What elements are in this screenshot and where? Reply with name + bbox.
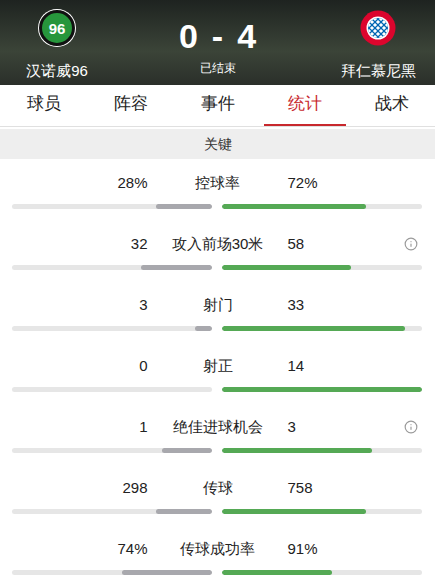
home-value: 1 bbox=[0, 417, 148, 437]
info-icon[interactable] bbox=[404, 420, 418, 434]
home-bar-fill bbox=[141, 265, 212, 270]
home-logo-icon: 96 bbox=[39, 10, 75, 46]
away-value: 3 bbox=[288, 417, 296, 437]
stat-bars bbox=[0, 204, 435, 209]
home-value: 74% bbox=[0, 539, 148, 559]
away-bar-track bbox=[222, 509, 422, 514]
stat-bars bbox=[0, 265, 435, 270]
stat-row: 32攻入前场30米58 bbox=[0, 221, 435, 282]
home-bar-fill bbox=[156, 204, 212, 209]
match-header: 96 汉诺威96 0-4 已结束 拜仁慕尼黑 bbox=[0, 0, 435, 85]
away-bar-track bbox=[222, 387, 422, 392]
home-name: 汉诺威96 bbox=[26, 61, 88, 81]
score: 0-4 bbox=[179, 16, 256, 56]
match-status: 已结束 bbox=[200, 60, 236, 76]
away-name: 拜仁慕尼黑 bbox=[341, 61, 416, 81]
section-header: 关键 bbox=[0, 129, 435, 159]
home-value: 28% bbox=[0, 173, 148, 193]
away-value: 72% bbox=[288, 173, 318, 193]
home-bar-track bbox=[12, 509, 212, 514]
stats-list: 28%控球率72%32攻入前场30米583射门330射正141绝佳进球机会329… bbox=[0, 159, 435, 587]
home-value: 298 bbox=[0, 478, 148, 498]
home-bar-track bbox=[12, 204, 212, 209]
bayern-logo-icon bbox=[360, 10, 396, 46]
home-value: 32 bbox=[0, 234, 148, 254]
away-bar-track bbox=[222, 326, 422, 331]
away-bar-fill bbox=[222, 265, 351, 270]
away-bar-track bbox=[222, 265, 422, 270]
home-bar-track bbox=[12, 326, 212, 331]
home-value: 3 bbox=[0, 295, 148, 315]
home-bar-fill bbox=[122, 570, 212, 575]
away-bar-fill bbox=[222, 509, 366, 514]
away-value: 758 bbox=[288, 478, 313, 498]
away-bar-fill bbox=[222, 570, 332, 575]
stat-row: 28%控球率72% bbox=[0, 160, 435, 221]
stat-row: 1绝佳进球机会3 bbox=[0, 404, 435, 465]
home-bar-fill bbox=[195, 326, 212, 331]
home-bar-fill bbox=[162, 448, 212, 453]
home-team[interactable]: 96 汉诺威96 bbox=[12, 10, 102, 81]
stat-row: 0射正14 bbox=[0, 343, 435, 404]
away-team[interactable]: 拜仁慕尼黑 bbox=[333, 10, 423, 81]
stat-label: 传球 bbox=[148, 478, 288, 498]
away-value: 33 bbox=[288, 295, 305, 315]
home-value: 0 bbox=[0, 356, 148, 376]
stat-bars bbox=[0, 326, 435, 331]
score-panel: 0-4 已结束 bbox=[102, 10, 333, 81]
stat-bars bbox=[0, 387, 435, 392]
away-bar-track bbox=[222, 570, 422, 575]
home-bar-track bbox=[12, 265, 212, 270]
stat-label: 射正 bbox=[148, 356, 288, 376]
away-bar-fill bbox=[222, 326, 405, 331]
tab[interactable]: 球员 bbox=[0, 85, 87, 126]
info-icon[interactable] bbox=[404, 237, 418, 251]
stat-bars bbox=[0, 570, 435, 575]
home-bar-track bbox=[12, 570, 212, 575]
stat-label: 攻入前场30米 bbox=[148, 234, 288, 254]
home-bar-track bbox=[12, 387, 212, 392]
away-bar-fill bbox=[222, 387, 422, 392]
away-bar-fill bbox=[222, 204, 366, 209]
away-bar-track bbox=[222, 204, 422, 209]
home-bar-track bbox=[12, 448, 212, 453]
tab[interactable]: 统计 bbox=[261, 85, 348, 126]
stat-bars bbox=[0, 448, 435, 453]
away-value: 91% bbox=[288, 539, 318, 559]
away-bar-track bbox=[222, 448, 422, 453]
stat-row: 3射门33 bbox=[0, 282, 435, 343]
stat-row: 74%传球成功率91% bbox=[0, 526, 435, 587]
home-bar-fill bbox=[156, 509, 212, 514]
tab-bar: 球员阵容事件统计战术 bbox=[0, 85, 435, 127]
stat-label: 控球率 bbox=[148, 173, 288, 193]
match-screen: 96汉诺威960-4已结束拜仁慕尼黑球员阵容事件统计战术关键28%控球率72%3… bbox=[0, 0, 435, 587]
away-value: 14 bbox=[288, 356, 305, 376]
away-value: 58 bbox=[288, 234, 305, 254]
away-bar-fill bbox=[222, 448, 372, 453]
stat-label: 射门 bbox=[148, 295, 288, 315]
stat-row: 298传球758 bbox=[0, 465, 435, 526]
tab[interactable]: 阵容 bbox=[87, 85, 174, 126]
stat-label: 绝佳进球机会 bbox=[148, 417, 288, 437]
stat-label: 传球成功率 bbox=[148, 539, 288, 559]
tab[interactable]: 战术 bbox=[348, 85, 435, 126]
stat-bars bbox=[0, 509, 435, 514]
tab[interactable]: 事件 bbox=[174, 85, 261, 126]
